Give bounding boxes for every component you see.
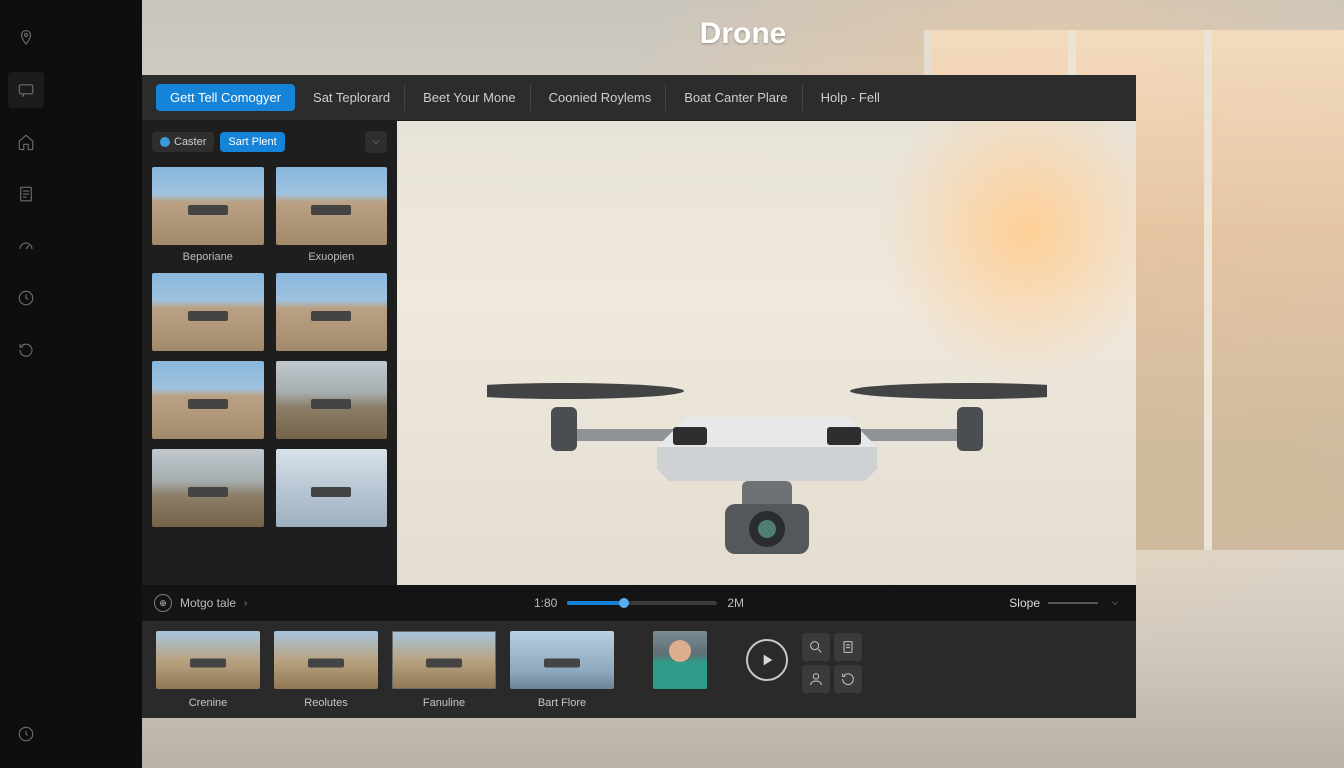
pill-2-label: Sart Plent <box>228 136 276 148</box>
rail-document-icon[interactable] <box>8 176 44 212</box>
thumb-card[interactable] <box>276 361 388 439</box>
thumb-card[interactable] <box>152 449 264 527</box>
rail-home-icon[interactable] <box>8 124 44 160</box>
clip-image <box>392 631 496 689</box>
slope-dropdown[interactable] <box>1106 594 1124 612</box>
clip-image <box>510 631 614 689</box>
tab-2[interactable]: Beet Your Mone <box>409 84 531 111</box>
pill-1-label: Caster <box>174 136 206 148</box>
clip-label: Reolutes <box>304 697 347 709</box>
clip-image <box>274 631 378 689</box>
refresh-button[interactable] <box>834 665 862 693</box>
user-button[interactable] <box>802 665 830 693</box>
rail-gauge-icon[interactable] <box>8 228 44 264</box>
timeline-scrubber[interactable]: 1:80 2M <box>534 596 744 610</box>
strip-button-grid <box>802 633 862 693</box>
rail-clock-icon[interactable] <box>8 280 44 316</box>
filter-pill-1[interactable]: Caster <box>152 132 214 152</box>
filter-pill-2[interactable]: Sart Plent <box>220 132 284 152</box>
thumb-image <box>276 449 388 527</box>
clip-card[interactable]: Reolutes <box>274 631 378 709</box>
thumb-image <box>152 273 264 351</box>
filter-bar: Caster Sart Plent <box>142 121 397 163</box>
main-panel: Gett Tell Comogyer Sat Teplorard Beet Yo… <box>142 75 1136 718</box>
timeline-bar: ⊕ Motgo tale › 1:80 2M Slope <box>142 585 1136 621</box>
thumb-card[interactable] <box>276 273 388 351</box>
thumb-image <box>152 361 264 439</box>
clip-label: Bart Flore <box>538 697 586 709</box>
tab-5[interactable]: Holp - Fell <box>807 84 894 111</box>
scrub-start: 1:80 <box>534 596 557 610</box>
clip-strip: Crenine Reolutes Fanuline Bart Flore <box>142 621 1136 718</box>
rail-chat-icon[interactable] <box>8 72 44 108</box>
clip-card[interactable]: Bart Flore <box>510 631 614 709</box>
chevron-right-icon: › <box>244 598 247 609</box>
clip-image <box>156 631 260 689</box>
thumb-card[interactable] <box>152 361 264 439</box>
tab-3[interactable]: Coonied Roylems <box>535 84 667 111</box>
slope-control: Slope <box>1009 594 1124 612</box>
scrub-track[interactable] <box>567 601 717 605</box>
clip-avatar <box>653 631 707 689</box>
clip-label: Fanuline <box>423 697 465 709</box>
tab-0[interactable]: Gett Tell Comogyer <box>156 84 295 111</box>
clip-card-avatar[interactable] <box>628 631 732 689</box>
app-title: Drone <box>142 8 1344 60</box>
thumb-card[interactable]: Beporiane <box>152 167 264 263</box>
thumb-image <box>152 167 264 245</box>
drone-illustration <box>487 299 1047 599</box>
thumb-card[interactable] <box>276 449 388 527</box>
scrub-end: 2M <box>727 596 744 610</box>
rail-location-icon[interactable] <box>8 20 44 56</box>
timeline-marker-icon[interactable]: ⊕ <box>154 594 172 612</box>
timeline-info: ⊕ Motgo tale › <box>154 594 247 612</box>
timeline-info-label: Motgo tale <box>180 596 236 610</box>
thumb-image <box>276 361 388 439</box>
clip-card[interactable]: Crenine <box>156 631 260 709</box>
scrub-fill <box>567 601 624 605</box>
slope-label: Slope <box>1009 596 1040 610</box>
nav-rail <box>0 0 142 768</box>
tab-bar: Gett Tell Comogyer Sat Teplorard Beet Yo… <box>142 75 1136 121</box>
tab-4[interactable]: Boat Canter Plare <box>670 84 802 111</box>
doc-button[interactable] <box>834 633 862 661</box>
thumb-image <box>276 273 388 351</box>
clip-label: Crenine <box>189 697 228 709</box>
thumb-card[interactable]: Exuopien <box>276 167 388 263</box>
thumb-label: Beporiane <box>152 251 264 263</box>
filter-dropdown[interactable] <box>365 131 387 153</box>
thumb-image <box>276 167 388 245</box>
clip-card[interactable]: Fanuline <box>392 631 496 709</box>
thumb-card[interactable] <box>152 273 264 351</box>
rail-loop-icon[interactable] <box>8 332 44 368</box>
pill-dot-icon <box>160 137 170 147</box>
tab-1[interactable]: Sat Teplorard <box>299 84 405 111</box>
play-button[interactable] <box>746 639 788 681</box>
thumb-label: Exuopien <box>276 251 388 263</box>
thumb-image <box>152 449 264 527</box>
search-button[interactable] <box>802 633 830 661</box>
rail-history-icon[interactable] <box>8 716 44 752</box>
slope-track[interactable] <box>1048 602 1098 604</box>
scrub-knob[interactable] <box>619 598 629 608</box>
